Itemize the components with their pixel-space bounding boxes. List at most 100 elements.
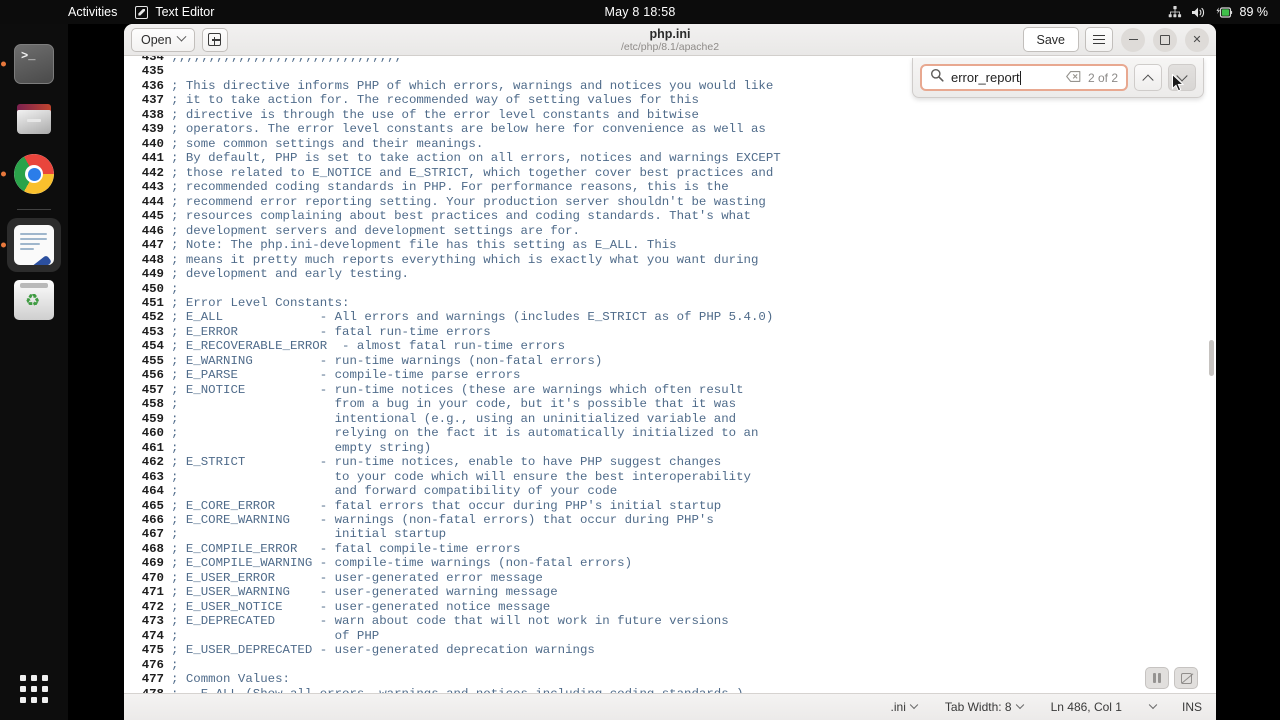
- line-number: 471: [141, 585, 164, 600]
- line-number: 439: [141, 122, 164, 137]
- line-text: ; E_RECOVERABLE_ERROR - almost fatal run…: [171, 339, 566, 354]
- line-text: ;;;;;;;;;;;;;;;;;;;;;;;;;;;;;;;: [171, 56, 402, 64]
- code-line: 468 ; E_COMPILE_ERROR - fatal compile-tim…: [124, 542, 1216, 556]
- code-line: 467 ; initial startup: [124, 527, 1216, 541]
- chevron-up-icon: [1142, 73, 1154, 86]
- hide-panel-button[interactable]: [1174, 667, 1198, 689]
- line-number: 456: [141, 368, 164, 383]
- editor-view[interactable]: 434;;;;;;;;;;;;;;;;;;;;;;;;;;;;;;; 435 436…: [124, 56, 1216, 693]
- line-number: 465: [141, 498, 164, 513]
- dock: ♻: [0, 24, 68, 720]
- code-line: 466 ; E_CORE_WARNING - warnings (non-fata…: [124, 513, 1216, 527]
- line-number: 462: [141, 455, 164, 470]
- dock-item-text-editor[interactable]: [1, 218, 61, 272]
- editor-scrollbar[interactable]: [1207, 56, 1216, 693]
- code-line: 470 ; E_USER_ERROR - user-generated error…: [124, 571, 1216, 585]
- line-number: 475: [141, 643, 164, 658]
- code-line: 477 ; Common Values:: [124, 672, 1216, 686]
- code-line: 452 ; E_ALL - All errors and warnings (in…: [124, 310, 1216, 324]
- code-line: 438 ; directive is through the use of the…: [124, 108, 1216, 122]
- line-number: 463: [141, 469, 164, 484]
- network-icon: [1168, 5, 1182, 19]
- line-text: ; E_USER_WARNING - user-generated warnin…: [171, 585, 558, 600]
- line-text: ; E_WARNING - run-time warnings (non-fat…: [171, 353, 603, 368]
- tab-width-selector[interactable]: Tab Width: 8: [931, 700, 1037, 714]
- open-button[interactable]: Open: [131, 27, 195, 52]
- position-dropdown[interactable]: [1136, 700, 1170, 710]
- window-minimize-button[interactable]: [1121, 27, 1145, 52]
- code-line: 464 ; and forward compatibility of your c…: [124, 484, 1216, 498]
- line-text: ; intentional (e.g., using an uninitiali…: [171, 411, 737, 426]
- search-match-counter: 2 of 2: [1087, 70, 1118, 85]
- code-line: 465 ; E_CORE_ERROR - fatal errors that oc…: [124, 499, 1216, 513]
- code-line: 472 ; E_USER_NOTICE - user-generated noti…: [124, 600, 1216, 614]
- code-line: 447 ; Note: The php.ini-development file …: [124, 238, 1216, 252]
- system-status-area[interactable]: 89 %: [1168, 0, 1268, 24]
- search-input[interactable]: error_report 2 of 2: [920, 64, 1128, 91]
- dock-item-trash[interactable]: ♻: [7, 273, 61, 327]
- dock-item-terminal[interactable]: [1, 37, 61, 91]
- line-text: ;: [171, 281, 179, 296]
- line-text: ; Error Level Constants:: [171, 295, 350, 310]
- line-number: 453: [141, 324, 164, 339]
- dock-separator: [17, 209, 51, 210]
- line-text: ; resources complaining about best pract…: [171, 209, 751, 224]
- code-line: 461 ; empty string): [124, 441, 1216, 455]
- split-view-button[interactable]: [1145, 667, 1169, 689]
- volume-icon: [1191, 6, 1206, 19]
- line-text: ; By default, PHP is set to take action …: [171, 151, 781, 166]
- clock[interactable]: May 8 18:58: [0, 5, 1280, 19]
- window-maximize-button[interactable]: [1153, 27, 1177, 52]
- line-text: ; and forward compatibility of your code: [171, 484, 618, 499]
- files-icon: [14, 99, 54, 139]
- code-line: 460 ; relying on the fact it is automatic…: [124, 426, 1216, 440]
- line-number: 469: [141, 556, 164, 571]
- code-lines[interactable]: 434;;;;;;;;;;;;;;;;;;;;;;;;;;;;;;; 435 436…: [124, 56, 1216, 693]
- chrome-icon: [14, 154, 54, 194]
- line-number: 458: [141, 397, 164, 412]
- desktop-screen: Activities Text Editor May 8 18:58 89 % …: [0, 0, 1280, 720]
- window-close-button[interactable]: ✕: [1185, 27, 1209, 52]
- cursor-position[interactable]: Ln 486, Col 1: [1037, 700, 1136, 714]
- main-menu-button[interactable]: [1085, 27, 1113, 52]
- line-number: 472: [141, 599, 164, 614]
- save-button[interactable]: Save: [1022, 27, 1079, 52]
- language-label: .ini: [890, 700, 906, 714]
- hamburger-icon: [1093, 34, 1105, 37]
- floating-overlay-buttons: [1145, 667, 1198, 689]
- save-button-label: Save: [1036, 32, 1066, 47]
- dock-item-files[interactable]: [7, 92, 61, 146]
- line-number: 451: [141, 295, 164, 310]
- text-caret: [1019, 71, 1021, 85]
- code-line: 473 ; E_DEPRECATED - warn about code that…: [124, 614, 1216, 628]
- line-number: 452: [141, 310, 164, 325]
- open-button-label: Open: [141, 32, 172, 47]
- code-line: 445 ; resources complaining about best pr…: [124, 209, 1216, 223]
- line-text: ; E_USER_NOTICE - user-generated notice …: [171, 599, 551, 614]
- search-previous-button[interactable]: [1134, 64, 1162, 91]
- chevron-down-icon: [1148, 700, 1158, 710]
- chevron-down-icon: [176, 31, 187, 42]
- new-document-button[interactable]: [201, 27, 228, 52]
- status-bar: .ini Tab Width: 8 Ln 486, Col 1 INS: [124, 693, 1216, 720]
- line-number: 437: [141, 93, 164, 108]
- gnome-top-bar: Activities Text Editor May 8 18:58 89 %: [0, 0, 1280, 24]
- line-text: ; E_USER_ERROR - user-generated error me…: [171, 570, 543, 585]
- line-text: ; empty string): [171, 440, 432, 455]
- clear-search-icon[interactable]: [1066, 69, 1081, 87]
- show-applications-button[interactable]: [17, 672, 51, 706]
- line-number: 444: [141, 194, 164, 209]
- line-number: 449: [141, 267, 164, 282]
- language-selector[interactable]: .ini: [877, 700, 931, 714]
- line-number: 441: [141, 151, 164, 166]
- text-editor-icon: [14, 225, 54, 265]
- code-line: 455 ; E_WARNING - run-time warnings (non-…: [124, 354, 1216, 368]
- code-line: 441 ; By default, PHP is set to take acti…: [124, 151, 1216, 165]
- line-number: 468: [141, 541, 164, 556]
- mouse-cursor: [1172, 73, 1185, 93]
- scrollbar-thumb[interactable]: [1209, 340, 1214, 376]
- line-text: ; E_COMPILE_ERROR - fatal compile-time e…: [171, 541, 521, 556]
- line-text: ; E_PARSE - compile-time parse errors: [171, 368, 521, 383]
- dock-item-chrome[interactable]: [1, 147, 61, 201]
- line-number: 466: [141, 513, 164, 527]
